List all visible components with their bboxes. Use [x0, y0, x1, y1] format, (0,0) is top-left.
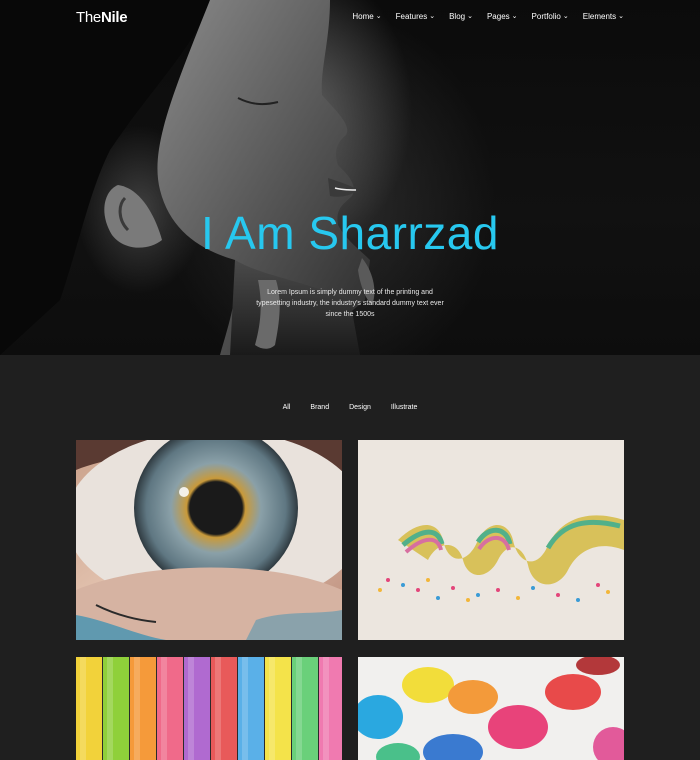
- chevron-down-icon: ⌄: [429, 13, 436, 20]
- nav-item-blog[interactable]: Blog ⌄: [449, 12, 473, 21]
- hero-title: I Am Sharrzad: [201, 207, 499, 259]
- hero-subtitle: Lorem Ipsum is simply dummy text of the …: [256, 289, 444, 318]
- portfolio-item-eye[interactable]: [76, 440, 342, 640]
- logo-text-bold: Nile: [100, 9, 128, 26]
- nav-item-label: Blog: [449, 12, 466, 21]
- chevron-down-icon: ⌄: [618, 13, 624, 20]
- party-ribbon-image: [358, 440, 624, 640]
- filter-design[interactable]: Design: [349, 404, 371, 411]
- colored-chalk-image: [76, 657, 342, 760]
- watercolor-palette-image: [358, 657, 624, 760]
- logo-text-light: The: [76, 9, 101, 26]
- eye-closeup-image: [76, 440, 342, 640]
- chevron-down-icon: ⌄: [375, 13, 382, 20]
- nav-item-label: Home: [352, 12, 374, 21]
- nav-item-pages[interactable]: Pages ⌄: [487, 12, 518, 21]
- nav-item-elements[interactable]: Elements ⌄: [583, 12, 624, 21]
- portfolio-item-ribbon[interactable]: [358, 440, 624, 640]
- chevron-down-icon: ⌄: [562, 13, 569, 20]
- filter-all[interactable]: All: [283, 404, 291, 411]
- nav-item-features[interactable]: Features ⌄: [396, 12, 435, 21]
- main-navigation: Home ⌄ Features ⌄ Blog ⌄ Pages ⌄ Portfol…: [352, 12, 624, 21]
- chevron-down-icon: ⌄: [467, 13, 473, 20]
- nav-item-portfolio[interactable]: Portfolio ⌄: [532, 12, 569, 21]
- hero-section: TheNile Home ⌄ Features ⌄ Blog ⌄ Pages ⌄…: [0, 0, 700, 355]
- filter-illustrate[interactable]: Illustrate: [391, 404, 417, 411]
- portfolio-item-chalk[interactable]: [76, 657, 342, 760]
- filter-brand[interactable]: Brand: [310, 404, 329, 411]
- nav-item-label: Elements: [582, 12, 617, 21]
- site-logo[interactable]: TheNile: [76, 9, 128, 26]
- portfolio-item-paints[interactable]: [358, 657, 624, 760]
- nav-item-label: Features: [395, 12, 428, 21]
- nav-item-label: Portfolio: [531, 12, 561, 21]
- nav-item-label: Pages: [486, 12, 510, 21]
- chevron-down-icon: ⌄: [511, 13, 518, 20]
- nav-item-home[interactable]: Home ⌄: [352, 12, 381, 21]
- portfolio-filter-bar: All Brand Design Illustrate: [0, 404, 700, 411]
